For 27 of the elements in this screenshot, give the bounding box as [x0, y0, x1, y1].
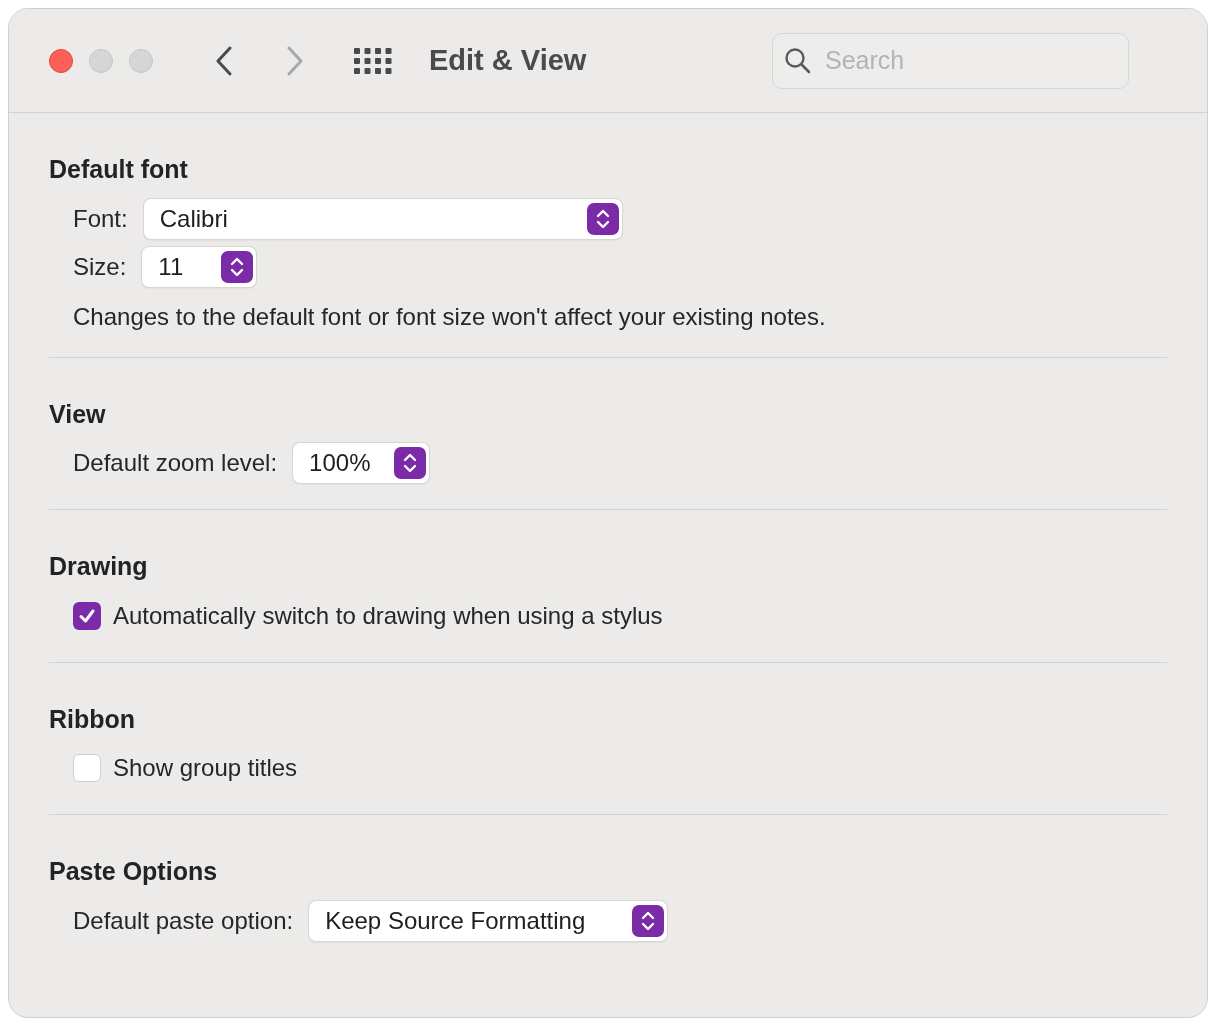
- close-button[interactable]: [49, 48, 73, 73]
- search-field[interactable]: Search: [772, 32, 1129, 89]
- checkbox[interactable]: [73, 601, 101, 630]
- section-heading: Paste Options: [49, 856, 219, 887]
- grid-icon[interactable]: [354, 47, 392, 74]
- stepper-icon: [632, 904, 665, 937]
- checkbox[interactable]: [73, 754, 101, 782]
- field-label: Default zoom level:: [73, 448, 278, 478]
- select-field[interactable]: Keep Source Formatting: [309, 900, 668, 941]
- stepper-icon: [394, 447, 427, 479]
- back-icon[interactable]: [215, 45, 233, 76]
- section-heading: Default font: [49, 154, 189, 185]
- section-heading: Ribbon: [49, 703, 137, 735]
- select-field[interactable]: 100%: [293, 443, 430, 483]
- stepper-icon: [221, 250, 254, 283]
- window-title: Edit & View: [429, 42, 587, 78]
- stepper-icon: [586, 202, 619, 235]
- select-field[interactable]: 11: [142, 246, 257, 287]
- checkbox-label: Automatically switch to drawing when using a stylus: [113, 600, 663, 631]
- section-heading: View: [49, 398, 107, 430]
- select-field[interactable]: Calibri: [143, 198, 622, 239]
- checkbox-label: Show group titles: [113, 753, 298, 783]
- note-text: Changes to the default font or font size won't affect your existing notes.: [73, 301, 827, 332]
- section-heading: Drawing: [49, 551, 149, 582]
- field-label: Font:: [73, 203, 128, 234]
- field-label: Default paste option:: [73, 905, 294, 936]
- field-label: Size:: [73, 251, 127, 282]
